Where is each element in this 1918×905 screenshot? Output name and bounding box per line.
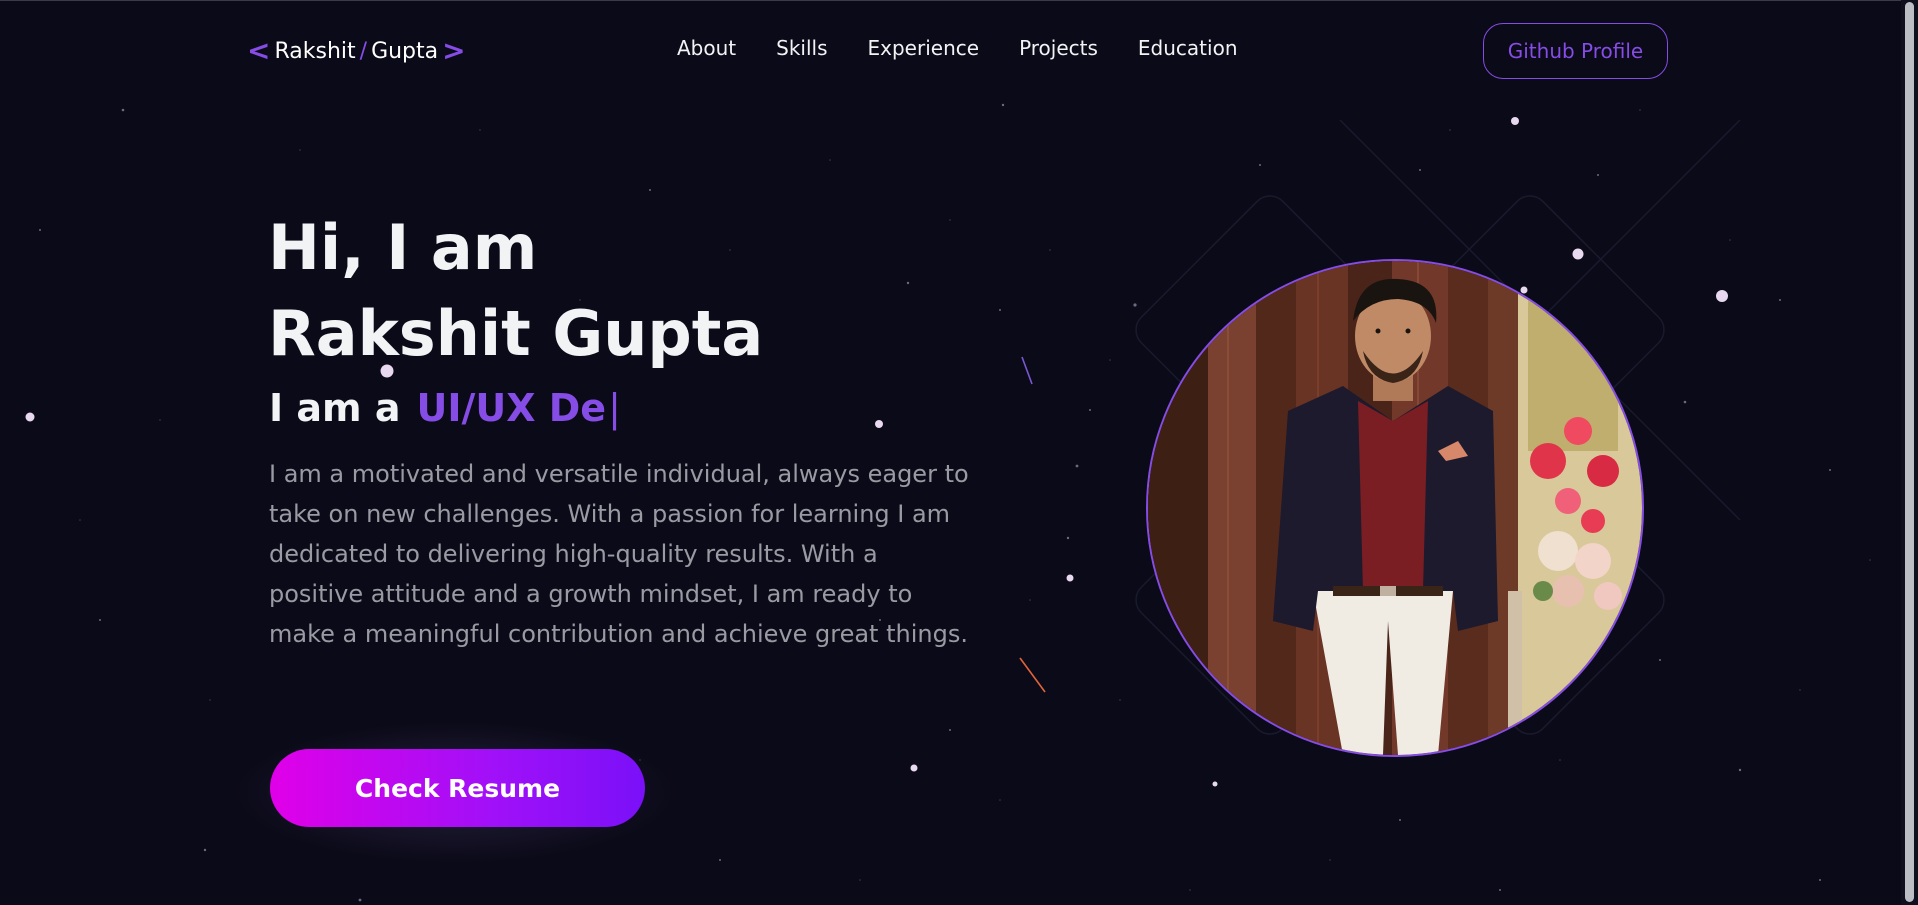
nav-link-projects[interactable]: Projects (1019, 36, 1098, 60)
hero-name: Rakshit Gupta (268, 297, 764, 370)
check-resume-button[interactable]: Check Resume (270, 749, 645, 827)
github-profile-button[interactable]: Github Profile (1483, 23, 1668, 79)
page-background: < Rakshit / Gupta > About Skills Experienc… (0, 0, 1918, 905)
typewriter-cursor: | (608, 386, 621, 430)
nav-link-skills[interactable]: Skills (776, 36, 827, 60)
page-scrollbar[interactable] (1901, 0, 1918, 905)
logo-left-chevron-icon: < (247, 34, 271, 67)
typewriter-prefix: I am a (269, 386, 401, 430)
typewriter-role: UI/UX De (416, 386, 607, 430)
profile-photo-icon (1148, 261, 1642, 755)
logo-last-name: Gupta (371, 38, 439, 64)
hero-greeting: Hi, I am (268, 211, 538, 284)
logo-right-chevron-icon: > (442, 34, 466, 67)
logo[interactable]: < Rakshit / Gupta > (247, 34, 466, 68)
logo-first-name: Rakshit (274, 38, 356, 64)
shooting-star (1019, 657, 1046, 693)
hero-description: I am a motivated and versatile individua… (269, 460, 969, 648)
nav-link-about[interactable]: About (677, 36, 736, 60)
typewriter-line: I am a UI/UX De | (269, 386, 621, 430)
shooting-star (1021, 356, 1033, 385)
logo-separator: / (359, 38, 368, 64)
profile-photo (1146, 259, 1644, 757)
hero-title: Hi, I am Rakshit Gupta (268, 205, 763, 377)
scrollbar-thumb[interactable] (1905, 2, 1914, 902)
nav-link-education[interactable]: Education (1138, 36, 1238, 60)
main-nav: About Skills Experience Projects Educati… (677, 36, 1238, 60)
nav-link-experience[interactable]: Experience (868, 36, 980, 60)
window-top-border (0, 0, 1918, 1)
